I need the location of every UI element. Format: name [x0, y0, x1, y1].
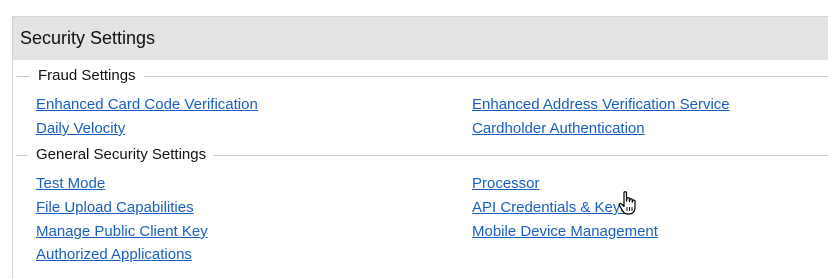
enhanced-address-verification-service-link[interactable]: Enhanced Address Verification Service	[472, 96, 730, 114]
fraud-settings-legend: Fraud Settings	[30, 66, 144, 86]
api-credentials-keys-link[interactable]: API Credentials & Keys	[472, 199, 628, 217]
manage-public-client-key-link[interactable]: Manage Public Client Key	[36, 223, 208, 241]
panel-header: Security Settings	[13, 17, 828, 60]
file-upload-capabilities-link[interactable]: File Upload Capabilities	[36, 199, 194, 217]
page-title: Security Settings	[20, 28, 156, 48]
general-security-settings-legend: General Security Settings	[28, 145, 215, 165]
mobile-device-management-link[interactable]: Mobile Device Management	[472, 223, 658, 241]
authorized-applications-link[interactable]: Authorized Applications	[36, 246, 192, 264]
test-mode-link[interactable]: Test Mode	[36, 175, 105, 193]
processor-link[interactable]: Processor	[472, 175, 540, 193]
enhanced-card-code-verification-link[interactable]: Enhanced Card Code Verification	[36, 96, 258, 114]
fraud-settings-fieldset: Fraud Settings	[16, 66, 828, 86]
cardholder-authentication-link[interactable]: Cardholder Authentication	[472, 120, 645, 138]
daily-velocity-link[interactable]: Daily Velocity	[36, 120, 125, 138]
general-security-settings-fieldset: General Security Settings	[16, 145, 828, 165]
